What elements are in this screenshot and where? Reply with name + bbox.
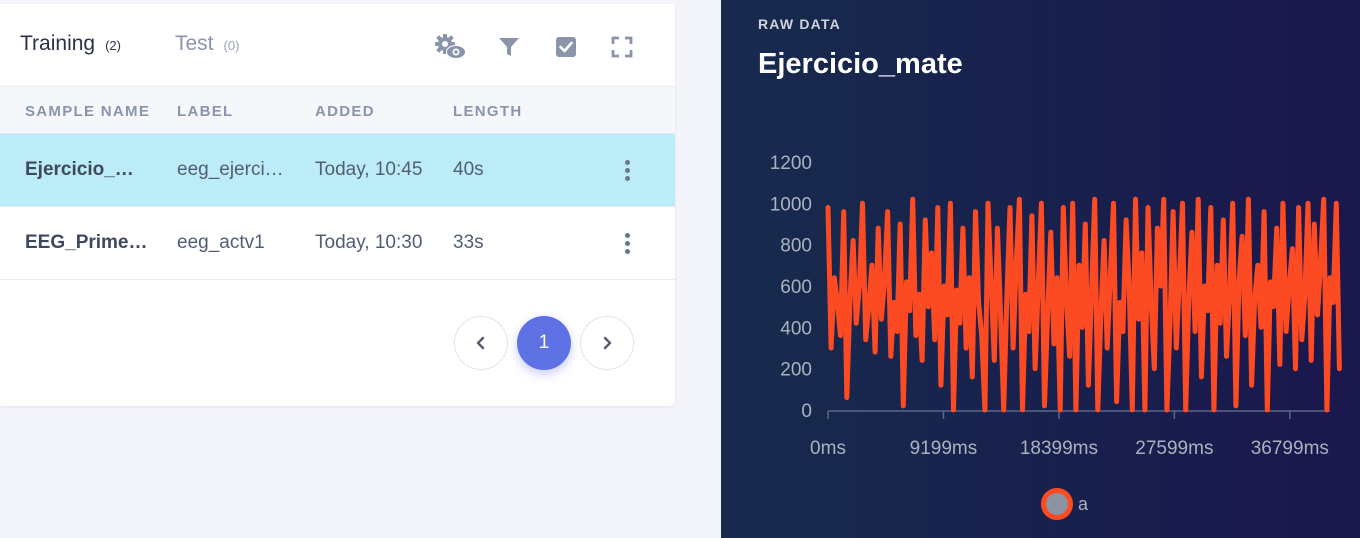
column-sample-name[interactable]: SAMPLE NAME xyxy=(25,103,150,120)
table-header: SAMPLE NAME LABEL ADDED LENGTH xyxy=(0,86,675,134)
legend-item-a[interactable]: a xyxy=(1041,488,1088,520)
kebab-dot xyxy=(624,248,630,254)
y-tick-label: 0 xyxy=(801,401,812,422)
next-page-button[interactable] xyxy=(580,316,634,370)
row-label: eeg_ejercicio xyxy=(177,159,287,180)
y-tick-label: 1200 xyxy=(770,153,812,174)
select-all-button[interactable] xyxy=(553,34,579,60)
tab-training-label: Training xyxy=(20,32,96,55)
kebab-dot xyxy=(624,240,630,246)
kebab-dot xyxy=(624,159,630,165)
column-added[interactable]: ADDED xyxy=(315,103,375,120)
row-added: Today, 10:45 xyxy=(315,159,423,180)
fullscreen-icon xyxy=(611,36,633,58)
table-row[interactable]: EEG_Primera_prueba eeg_actv1 Today, 10:3… xyxy=(0,207,675,280)
kebab-dot xyxy=(624,175,630,181)
row-sample-name: Ejercicio_mate xyxy=(25,159,143,180)
y-tick-label: 600 xyxy=(780,277,812,298)
tab-test[interactable]: Test (0) xyxy=(175,32,239,56)
previous-page-button[interactable] xyxy=(454,316,508,370)
tab-training[interactable]: Training (2) xyxy=(20,32,121,56)
x-tick-label: 36799ms xyxy=(1251,438,1329,459)
x-tick-label: 18399ms xyxy=(1020,438,1098,459)
table-row[interactable]: Ejercicio_mate eeg_ejercicio Today, 10:4… xyxy=(0,134,675,207)
filter-icon xyxy=(499,38,519,56)
row-sample-name: EEG_Primera_prueba xyxy=(25,232,153,253)
raw-data-chart: 0 200 400 600 800 1000 1200 0ms 9199ms 18399ms 275… xyxy=(770,153,1342,459)
kebab-dot xyxy=(624,232,630,238)
series-line-a xyxy=(825,196,1342,413)
settings-eye-icon xyxy=(435,34,466,59)
page-1-button[interactable]: 1 xyxy=(517,316,571,370)
legend-label: a xyxy=(1078,493,1089,514)
chevron-left-icon xyxy=(476,336,485,350)
check-square-icon xyxy=(556,37,576,57)
raw-data-panel: RAW DATA Ejercicio_mate 0 200 400 600 800 100… xyxy=(721,0,1360,538)
tab-test-label: Test xyxy=(175,32,214,55)
chevron-right-icon xyxy=(603,336,612,350)
y-tick-label: 800 xyxy=(780,236,812,257)
row-length: 40s xyxy=(453,159,484,180)
fullscreen-button[interactable] xyxy=(609,34,635,60)
tab-test-count: (0) xyxy=(223,38,240,53)
legend-marker xyxy=(1041,488,1073,520)
samples-card: Training (2) Test (0) SAMPLE NAME LABEL … xyxy=(0,4,675,406)
filter-button[interactable] xyxy=(496,34,522,60)
column-label[interactable]: LABEL xyxy=(177,103,234,120)
kebab-dot xyxy=(624,167,630,173)
y-tick-label: 200 xyxy=(780,360,812,381)
row-label: eeg_actv1 xyxy=(177,232,265,253)
x-tick-label: 0ms xyxy=(810,438,846,459)
row-menu-button[interactable] xyxy=(617,156,637,184)
x-tick-label: 9199ms xyxy=(910,438,978,459)
x-tick-label: 27599ms xyxy=(1135,438,1213,459)
row-menu-button[interactable] xyxy=(617,229,637,257)
row-length: 33s xyxy=(453,232,484,253)
y-tick-label: 400 xyxy=(780,318,812,339)
settings-eye-button[interactable] xyxy=(433,34,467,60)
y-tick-label: 1000 xyxy=(770,194,812,215)
column-length[interactable]: LENGTH xyxy=(453,103,522,120)
tab-training-count: (2) xyxy=(105,38,121,53)
dataset-tabs: Training (2) Test (0) xyxy=(0,4,675,86)
row-added: Today, 10:30 xyxy=(315,232,423,253)
